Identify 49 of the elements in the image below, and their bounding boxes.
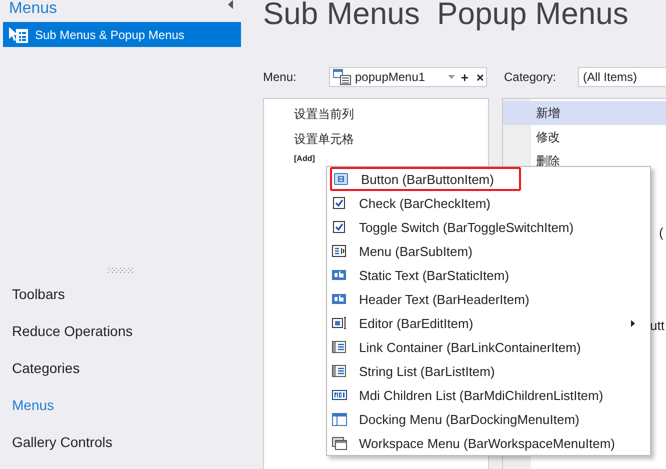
mdi-icon bbox=[332, 388, 347, 402]
checkbox-icon bbox=[332, 220, 347, 234]
popup-menu-item[interactable]: Docking Menu (BarDockingMenuItem) bbox=[327, 407, 650, 431]
group-title[interactable]: Menus bbox=[0, 0, 241, 22]
popup-menu-item[interactable]: Workspace Menu (BarWorkspaceMenuItem) bbox=[327, 431, 650, 455]
checkbox-icon bbox=[332, 196, 347, 210]
partial-text: ( bbox=[659, 225, 664, 240]
popup-menu-item[interactable]: Editor (BarEditItem) bbox=[327, 311, 650, 335]
category-item[interactable]: 新增 bbox=[503, 101, 666, 125]
page-title: Sub Menus Popup Menus bbox=[263, 0, 630, 33]
popup-menu-item[interactable]: Link Container (BarLinkContainerItem) bbox=[327, 335, 650, 359]
text-label-icon bbox=[332, 268, 347, 282]
editor-icon bbox=[332, 316, 347, 330]
popup-menu-item[interactable]: String List (BarListItem) bbox=[327, 359, 650, 383]
field-label: Category: bbox=[504, 70, 558, 84]
sidebar-item[interactable]: Menus bbox=[0, 387, 241, 424]
category-combo[interactable]: (All Items) bbox=[578, 67, 666, 87]
popup-menu-item[interactable]: Menu (BarSubItem) bbox=[327, 239, 650, 263]
sidebar-item[interactable]: Gallery Controls bbox=[0, 424, 241, 461]
popup-menu-item[interactable]: Static Text (BarStaticItem) bbox=[327, 263, 650, 287]
popup-menu-icon bbox=[333, 69, 351, 85]
menu-combo[interactable]: popupMenu1 + × bbox=[329, 67, 487, 87]
field-label: Menu: bbox=[263, 70, 298, 84]
list-icon bbox=[332, 364, 347, 378]
menu-item[interactable]: 设置当前列 bbox=[264, 102, 488, 127]
popup-menu-item[interactable]: Check (BarCheckItem) bbox=[327, 191, 650, 215]
windows-icon bbox=[332, 436, 347, 450]
list-icon bbox=[332, 340, 347, 354]
menu-item[interactable]: 设置单元格 bbox=[264, 127, 488, 152]
sidebar-item[interactable]: Toolbars bbox=[0, 276, 241, 313]
popup-menu-item[interactable]: Button (BarButtonItem) bbox=[330, 167, 521, 191]
dropdown-caret-icon bbox=[448, 75, 455, 79]
add-link[interactable]: [Add] bbox=[264, 152, 488, 166]
list-icon bbox=[8, 26, 28, 42]
text-label-icon bbox=[332, 292, 347, 306]
add-button[interactable]: + bbox=[458, 70, 470, 84]
category-item[interactable]: 修改 bbox=[503, 125, 666, 149]
remove-button[interactable]: × bbox=[474, 70, 486, 84]
collapse-arrow-icon bbox=[228, 0, 233, 9]
popup-menu-item[interactable]: Header Text (BarHeaderItem) bbox=[327, 287, 650, 311]
menu-icon bbox=[332, 244, 347, 258]
sidebar-item[interactable]: Reduce Operations bbox=[0, 313, 241, 350]
popup-menu-item[interactable]: Mdi Children List (BarMdiChildrenListItem) bbox=[327, 383, 650, 407]
button-icon bbox=[334, 172, 349, 186]
sidebar-item[interactable]: Sub Menus & Popup Menus bbox=[3, 22, 241, 47]
popup-menu-item[interactable]: Toggle Switch (BarToggleSwitchItem) bbox=[327, 215, 650, 239]
window-icon bbox=[332, 412, 347, 426]
partial-text: utt bbox=[650, 318, 664, 333]
sidebar-item[interactable]: Categories bbox=[0, 350, 241, 387]
